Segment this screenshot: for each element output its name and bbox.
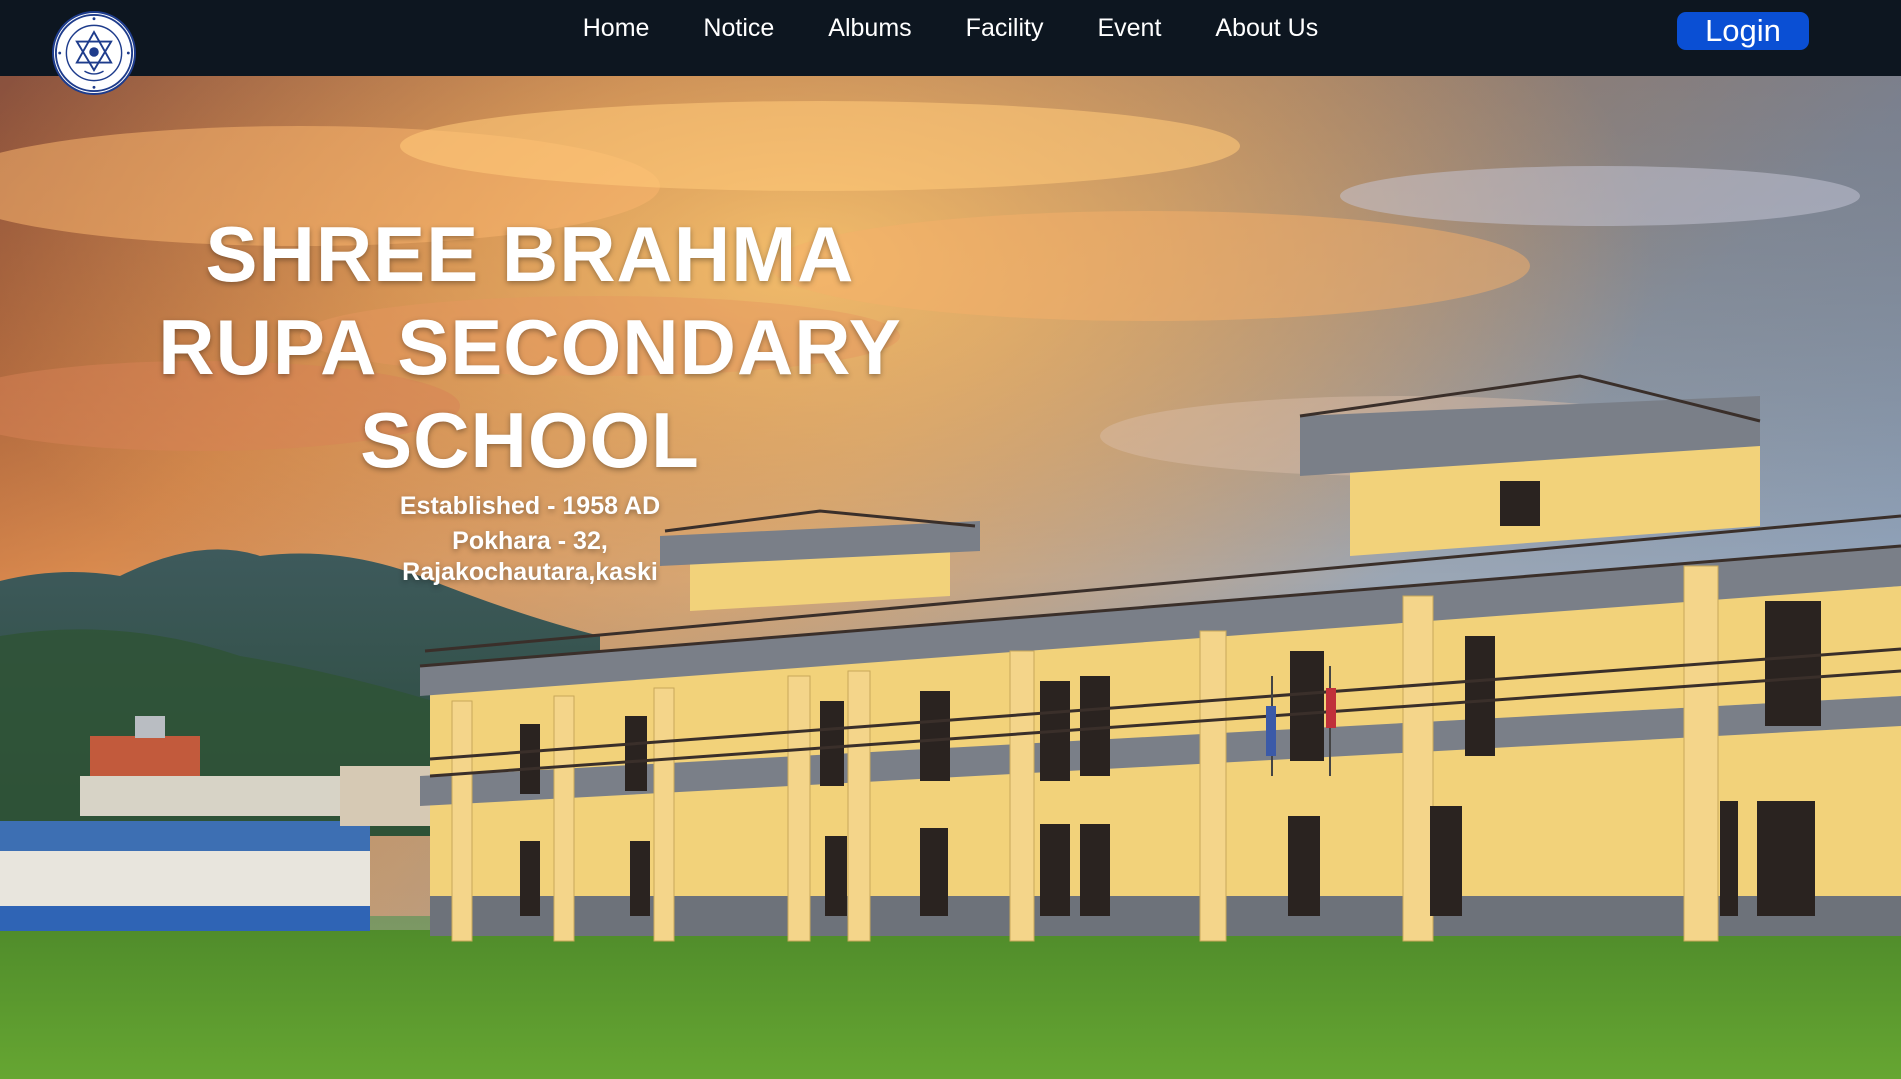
established-text: Established - 1958 AD: [399, 492, 661, 520]
school-emblem-graphic: [54, 13, 134, 93]
top-navbar: Home Notice Albums Facility Event About …: [0, 0, 1901, 95]
school-emblem-icon[interactable]: [52, 11, 136, 95]
nav-about-us[interactable]: About Us: [1188, 0, 1345, 56]
hero-banner: SHREE BRAHMA RUPA SECONDARY SCHOOL Estab…: [0, 76, 1901, 1079]
nav-home[interactable]: Home: [556, 0, 677, 56]
school-name-heading: SHREE BRAHMA RUPA SECONDARY SCHOOL: [158, 210, 902, 484]
main-navigation: Home Notice Albums Facility Event About …: [0, 0, 1901, 56]
address-text: Pokhara - 32, Rajakochautara,kaski: [402, 527, 658, 586]
nav-notice[interactable]: Notice: [676, 0, 801, 56]
nav-facility[interactable]: Facility: [939, 0, 1071, 56]
hero-text-block: SHREE BRAHMA RUPA SECONDARY SCHOOL Estab…: [150, 208, 910, 588]
login-button[interactable]: Login: [1677, 12, 1809, 50]
nav-event[interactable]: Event: [1070, 0, 1188, 56]
nav-albums[interactable]: Albums: [801, 0, 938, 56]
